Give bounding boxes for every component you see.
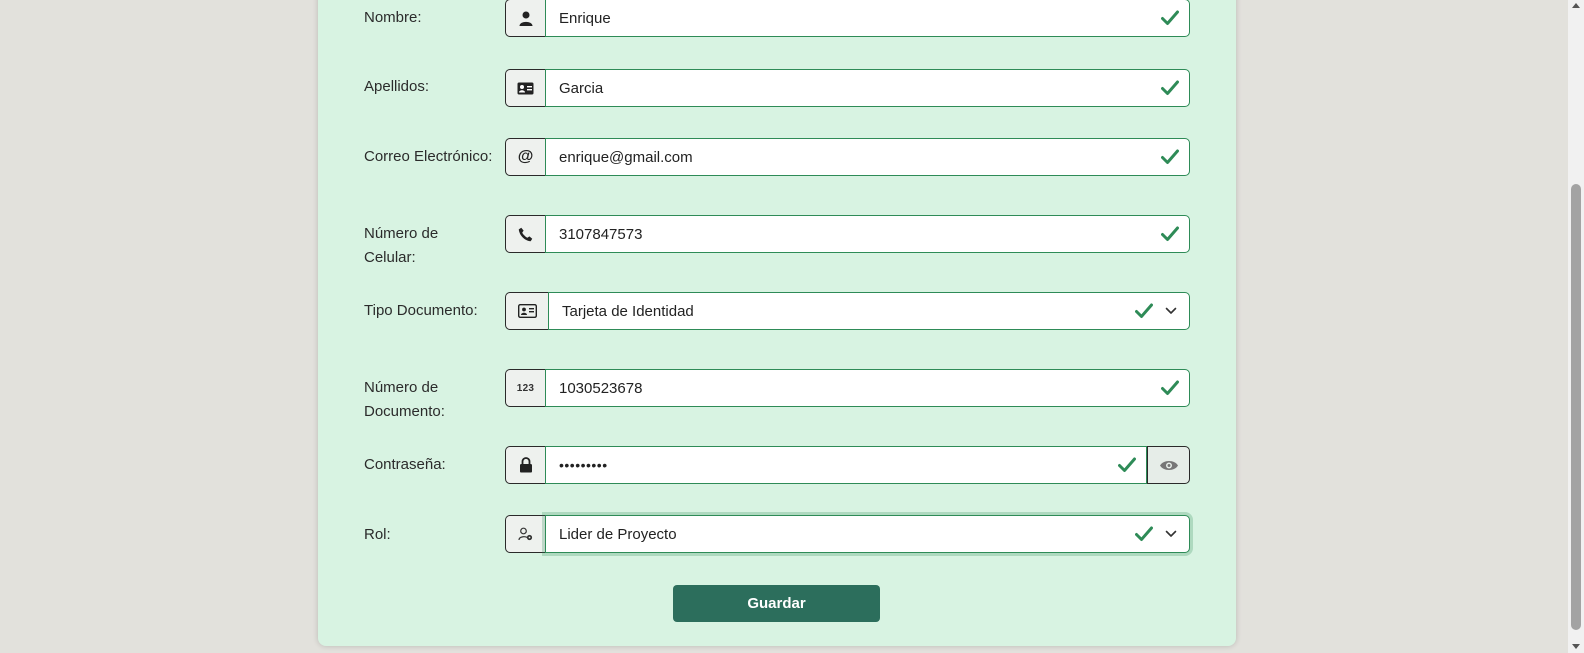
- celular-label: Número de Celular:: [364, 225, 439, 266]
- nombre-addon: [505, 0, 545, 37]
- id-card-icon: [517, 82, 534, 94]
- nombre-group: Enrique: [505, 0, 1190, 37]
- check-icon: [1135, 526, 1153, 541]
- celular-input[interactable]: 3107847573: [545, 215, 1190, 253]
- apellidos-label: Apellidos:: [364, 78, 430, 95]
- check-icon: [1161, 80, 1179, 95]
- celular-addon: [505, 215, 545, 253]
- check-icon: [1135, 303, 1153, 318]
- toggle-password-button[interactable]: [1147, 446, 1190, 484]
- check-icon: [1118, 457, 1136, 472]
- apellidos-addon: [505, 69, 545, 107]
- tipo-documento-value: Tarjeta de Identidad: [562, 302, 694, 320]
- page-scrollbar[interactable]: [1568, 0, 1584, 653]
- at-icon: @: [517, 148, 534, 165]
- tipo-documento-select[interactable]: Tarjeta de Identidad: [548, 292, 1190, 330]
- scroll-down-arrow[interactable]: [1572, 644, 1580, 649]
- user-icon: [519, 11, 532, 26]
- tipo-documento-group: Tarjeta de Identidad: [505, 292, 1190, 330]
- nombre-label: Nombre:: [364, 9, 422, 26]
- eye-icon: [1159, 460, 1178, 470]
- rol-value: Lider de Proyecto: [559, 525, 677, 543]
- contrasena-label: Contraseña:: [364, 456, 446, 473]
- check-icon: [1161, 380, 1179, 395]
- id-card-icon: [517, 304, 537, 318]
- scrollbar-thumb[interactable]: [1571, 184, 1581, 630]
- numero-documento-label: Número de Documento:: [364, 379, 445, 420]
- phone-icon: [518, 227, 533, 241]
- contrasena-addon: [505, 446, 545, 484]
- contrasena-group: •••••••••: [505, 446, 1190, 484]
- chevron-down-icon: [1165, 530, 1177, 537]
- numero-documento-value: 1030523678: [559, 379, 643, 397]
- check-icon: [1161, 226, 1179, 241]
- nombre-input[interactable]: Enrique: [545, 0, 1190, 37]
- lock-icon: [519, 457, 532, 473]
- scroll-up-arrow[interactable]: [1572, 3, 1580, 8]
- apellidos-input[interactable]: Garcia: [545, 69, 1190, 107]
- chevron-down-icon: [1165, 307, 1177, 314]
- correo-addon: @: [505, 138, 545, 176]
- correo-input[interactable]: enrique@gmail.com: [545, 138, 1190, 176]
- rol-group: Lider de Proyecto: [505, 515, 1190, 553]
- tipo-documento-addon: [505, 292, 548, 330]
- apellidos-group: Garcia: [505, 69, 1190, 107]
- correo-label: Correo Electrónico:: [364, 148, 493, 165]
- save-button[interactable]: Guardar: [673, 585, 880, 622]
- numero-documento-addon: 123: [505, 369, 545, 407]
- 123-icon: 123: [516, 382, 535, 394]
- correo-group: @ enrique@gmail.com: [505, 138, 1190, 176]
- rol-addon: [505, 515, 545, 553]
- check-icon: [1161, 10, 1179, 25]
- numero-documento-group: 123 1030523678: [505, 369, 1190, 407]
- rol-label: Rol:: [364, 526, 391, 543]
- celular-group: 3107847573: [505, 215, 1190, 253]
- rol-select[interactable]: Lider de Proyecto: [545, 515, 1190, 553]
- contrasena-input[interactable]: •••••••••: [545, 446, 1147, 484]
- contrasena-value: •••••••••: [559, 457, 608, 473]
- apellidos-value: Garcia: [559, 79, 604, 97]
- tipo-documento-label: Tipo Documento:: [364, 302, 478, 319]
- user-gear-icon: [518, 527, 533, 541]
- nombre-value: Enrique: [559, 9, 611, 27]
- correo-value: enrique@gmail.com: [559, 148, 693, 166]
- check-icon: [1161, 149, 1179, 164]
- numero-documento-input[interactable]: 1030523678: [545, 369, 1190, 407]
- celular-value: 3107847573: [559, 225, 643, 243]
